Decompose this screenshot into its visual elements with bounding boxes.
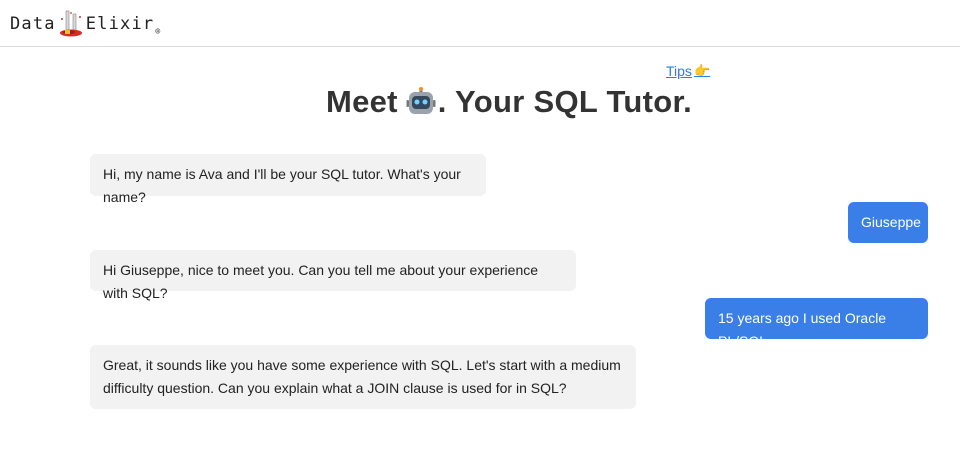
tips-label: Tips bbox=[666, 63, 692, 79]
tips-link[interactable]: Tips 👉 bbox=[666, 63, 710, 79]
brand-text-left: Data bbox=[10, 14, 56, 34]
user-message-text: Giuseppe bbox=[861, 214, 921, 230]
user-message: 15 years ago I used Oracle PL/SQL bbox=[705, 298, 928, 349]
title-text-before: Meet bbox=[325, 84, 398, 119]
bot-message-text: Great, it sounds like you have some expe… bbox=[103, 357, 621, 396]
brand-logo[interactable]: Data Elixir ® bbox=[10, 10, 161, 38]
top-navbar: Data Elixir ® bbox=[0, 0, 960, 47]
title-text-after: . Your SQL Tutor. bbox=[437, 84, 693, 119]
flask-logo-icon bbox=[59, 10, 82, 37]
user-message-text: 15 years ago I used Oracle PL/SQL bbox=[718, 310, 887, 349]
bot-message: Great, it sounds like you have some expe… bbox=[90, 345, 636, 409]
bot-message-text: Hi, my name is Ava and I'll be your SQL … bbox=[103, 166, 461, 205]
registered-mark: ® bbox=[155, 27, 162, 36]
brand-text-right: Elixir bbox=[85, 14, 155, 34]
bot-message: Hi, my name is Ava and I'll be your SQL … bbox=[90, 154, 486, 205]
bot-message-text: Hi Giuseppe, nice to meet you. Can you t… bbox=[103, 262, 539, 301]
pointing-hand-icon: 👉 bbox=[693, 63, 711, 78]
robot-icon bbox=[406, 87, 436, 114]
user-message: Giuseppe bbox=[848, 202, 928, 243]
bot-message: Hi Giuseppe, nice to meet you. Can you t… bbox=[90, 250, 576, 301]
page-title: Meet . Your SQL Tutor. bbox=[0, 84, 960, 120]
